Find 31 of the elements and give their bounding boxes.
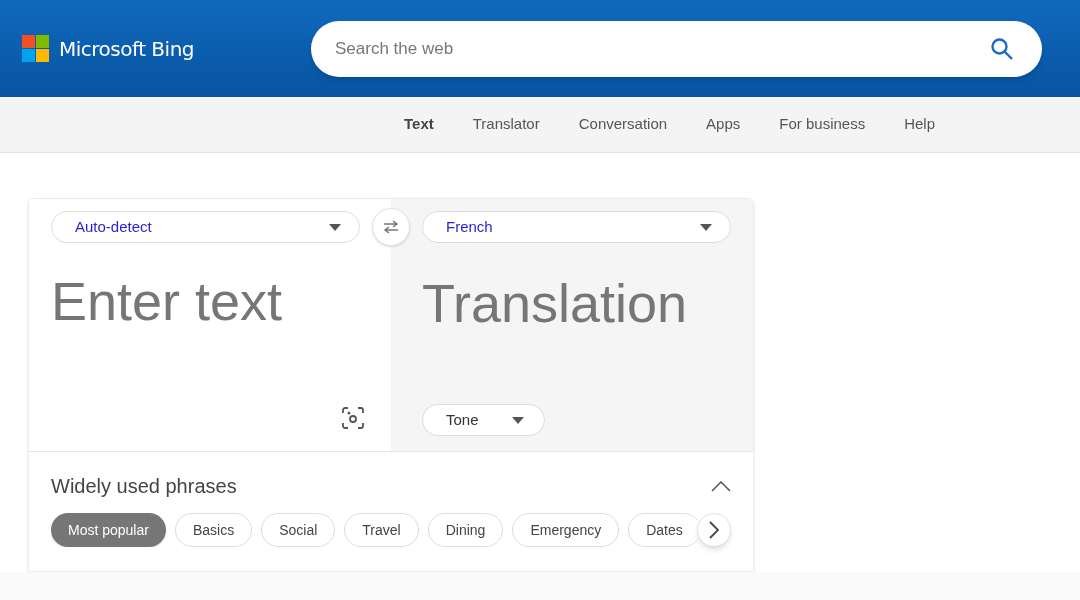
search-field[interactable]: Search the web — [311, 20, 1042, 77]
text-input[interactable]: Enter text — [51, 265, 371, 337]
next-arrow-button[interactable] — [697, 513, 731, 547]
category-chip[interactable]: Social — [261, 513, 336, 547]
swap-icon — [383, 220, 399, 234]
source-language-dropdown[interactable]: Auto-detect — [51, 211, 360, 243]
section-title: Widely used phrases — [51, 474, 237, 499]
nav-tab[interactable]: Text — [385, 113, 453, 136]
category-chip[interactable]: Dining — [427, 513, 504, 547]
category-chip[interactable]: Travel — [344, 513, 419, 547]
nav-tab[interactable]: Help — [885, 113, 955, 136]
chevron-right-icon — [709, 521, 719, 539]
nav-tab[interactable]: Apps — [687, 113, 760, 136]
translation-output-field: Translation — [422, 267, 688, 339]
search-icon[interactable] — [990, 36, 1014, 61]
category-chip[interactable]: Basics — [174, 513, 253, 547]
logo-text: Microsoft Bing — [59, 35, 195, 63]
caret-icon — [512, 416, 524, 424]
caret-icon — [329, 223, 341, 231]
camera-scan-icon[interactable] — [341, 406, 365, 430]
nav-tab[interactable]: Conversation — [559, 113, 687, 136]
logo-icon — [22, 35, 49, 62]
caret-icon — [700, 223, 712, 231]
collapse-chevron-icon[interactable] — [711, 480, 731, 492]
nav-tab[interactable]: Translator — [453, 113, 559, 136]
category-chip[interactable]: Dates — [628, 513, 697, 547]
tone-dropdown[interactable]: Tone — [422, 404, 545, 436]
category-chip[interactable]: Most popular — [51, 513, 166, 547]
target-language-dropdown[interactable]: French — [422, 211, 731, 243]
nav-tab[interactable]: For business — [760, 113, 885, 136]
category-chip[interactable]: Emergency — [512, 513, 620, 547]
